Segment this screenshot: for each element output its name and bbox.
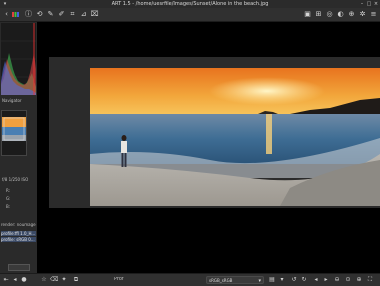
prev-image-icon[interactable]: ◂: [312, 276, 320, 284]
r-readout: R:: [6, 188, 11, 193]
white-balance-icon[interactable]: ✐: [57, 10, 66, 19]
g-readout: G:: [6, 196, 11, 201]
navigator-thumbnail[interactable]: [1, 110, 27, 156]
settings-icon[interactable]: ✲: [358, 10, 367, 19]
top-toolbar: ‹ ⓘ ⟲ ✎ ✐ ⌗ ⊿ ⌧ ▣ ⊞ ◎ ◐ ⊕ ✲ ≡: [0, 8, 380, 22]
exif-info: f/8 1/250 ISO: [2, 177, 29, 182]
rotate-right-icon[interactable]: ↻: [300, 276, 308, 284]
folder-icon[interactable]: ▤: [268, 276, 276, 284]
menu-icon[interactable]: ≡: [369, 10, 378, 19]
crop-icon[interactable]: ⌗: [68, 10, 77, 19]
rotate-left-icon[interactable]: ↺: [290, 276, 298, 284]
edit-icon[interactable]: ✦: [60, 276, 68, 284]
straighten-icon[interactable]: ⊿: [79, 10, 88, 19]
output-profile-select[interactable]: sRGB_sRGB ▾: [206, 276, 264, 284]
next-image-icon[interactable]: ▸: [322, 276, 330, 284]
main-image[interactable]: [90, 68, 380, 206]
histogram-toggle-icon[interactable]: [11, 10, 20, 19]
navigator-label: Navigator: [2, 98, 22, 103]
meta-line-3[interactable]: profile: sRGB 0...: [1, 237, 36, 242]
info-icon[interactable]: ⓘ: [24, 10, 33, 19]
histogram: [1, 23, 36, 95]
panel-toggle-icon[interactable]: ‹: [2, 10, 11, 19]
trash-icon[interactable]: ⌫: [50, 276, 58, 284]
zoom-fit-icon[interactable]: ◎: [325, 10, 334, 19]
color-picker-icon[interactable]: ✎: [46, 10, 55, 19]
zoom-in-icon[interactable]: ⊕: [347, 10, 356, 19]
image-viewer[interactable]: [37, 22, 380, 273]
window-title: ART 1.5 - /home/uesrfile/Images/Sunset/A…: [111, 1, 269, 7]
zoom-out-icon[interactable]: ⊖: [333, 276, 341, 284]
open-menu-icon[interactable]: ▾: [278, 276, 286, 284]
left-panel: Navigator f/8 1/250 ISO R: G: B: render:…: [0, 22, 38, 273]
close-icon[interactable]: ×: [373, 1, 379, 7]
fullscreen-icon[interactable]: ⛶: [366, 276, 374, 284]
window-menu-icon[interactable]: ▾: [2, 1, 8, 7]
zoom-100-icon[interactable]: ⊙: [344, 276, 352, 284]
maximize-icon[interactable]: □: [366, 1, 372, 7]
bottom-toolbar: ⇤ ◂ ● ☆ ⌫ ✦ ⧉ Prof sRGB_sRGB ▾ ▤ ▾ ↺ ↻ ◂…: [0, 273, 380, 286]
grid-icon[interactable]: ⊞: [314, 10, 323, 19]
history-icon[interactable]: ⟲: [35, 10, 44, 19]
nav-prev-icon[interactable]: ◂: [11, 276, 19, 284]
copy-icon[interactable]: ⧉: [72, 276, 80, 284]
zoom-in-bottom-icon[interactable]: ⊕: [355, 276, 363, 284]
transform-icon[interactable]: ⌧: [90, 10, 99, 19]
meta-line-1: render: noumage: [1, 222, 36, 227]
b-readout: B:: [6, 204, 11, 209]
preview-icon[interactable]: ◐: [336, 10, 345, 19]
minimize-icon[interactable]: –: [359, 1, 365, 7]
rank-icon[interactable]: ☆: [40, 276, 48, 284]
output-profile-value: sRGB_sRGB: [209, 278, 233, 283]
meta-line-2[interactable]: profile:ffl 1.0_H...: [1, 231, 36, 236]
color-label-icon[interactable]: ●: [20, 276, 28, 284]
title-bar: ART 1.5 - /home/uesrfile/Images/Sunset/A…: [0, 0, 380, 8]
chevron-down-icon: ▾: [258, 278, 261, 284]
nav-first-icon[interactable]: ⇤: [2, 276, 10, 284]
profile-label: Prof: [114, 277, 124, 282]
save-icon[interactable]: ▣: [303, 10, 312, 19]
panel-scroll-handle[interactable]: [8, 264, 30, 271]
